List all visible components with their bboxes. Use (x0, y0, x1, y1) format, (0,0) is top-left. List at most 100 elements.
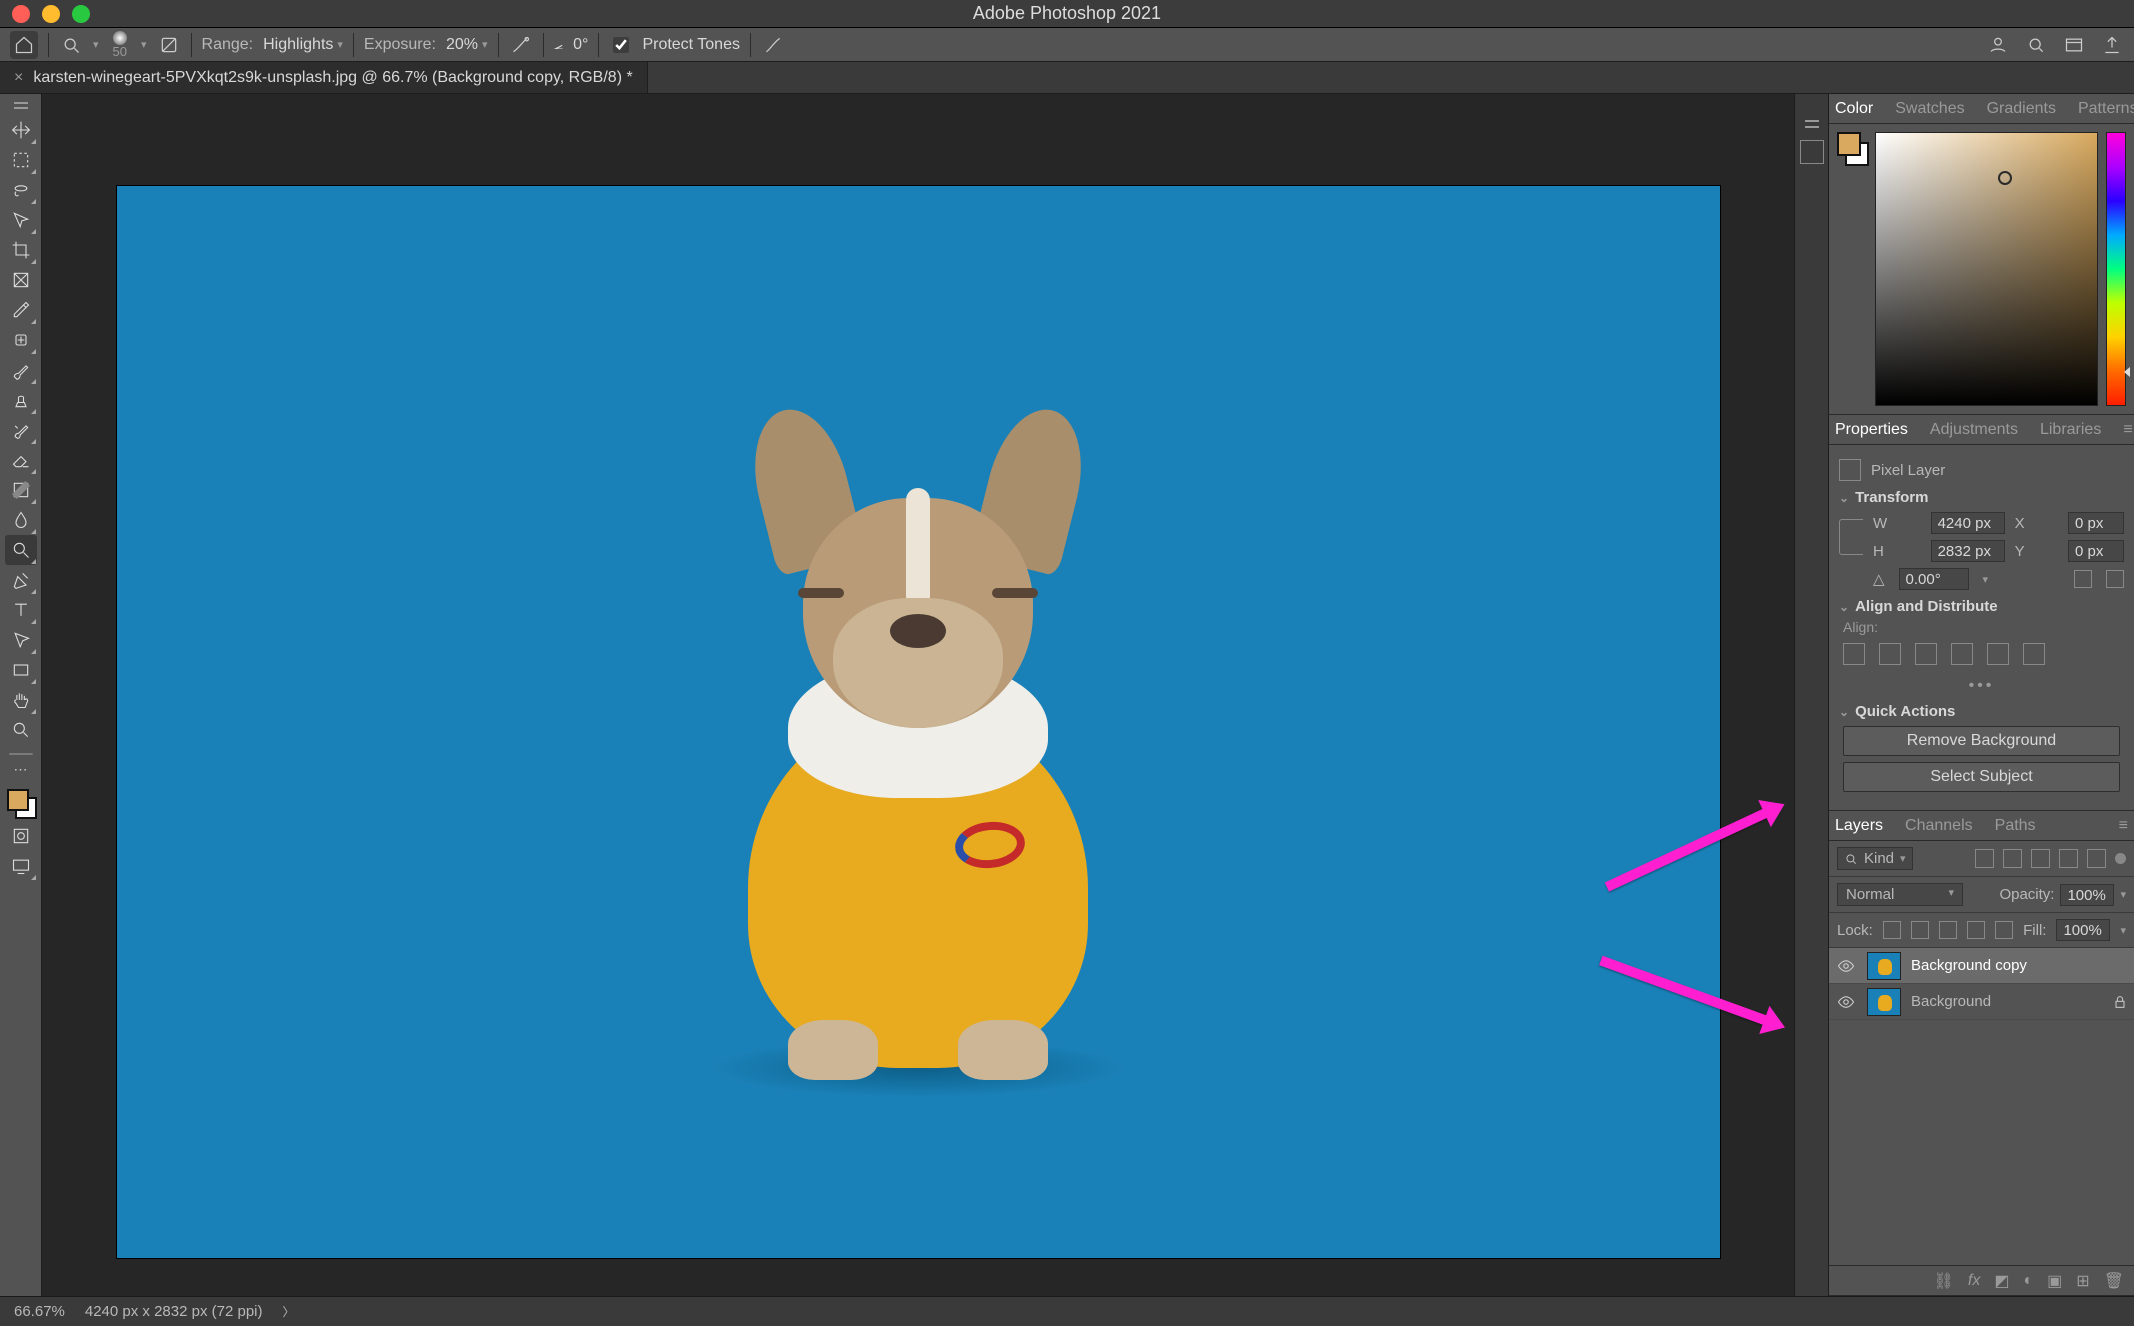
clone-stamp-tool[interactable] (5, 385, 37, 415)
tab-channels[interactable]: Channels (1905, 817, 1973, 835)
remove-background-button[interactable]: Remove Background (1843, 726, 2120, 756)
share-button[interactable] (2100, 33, 2124, 57)
align-section-header[interactable]: ⌄Align and Distribute (1839, 598, 2124, 615)
fill-field[interactable]: 100% (2056, 919, 2110, 941)
layer-mask-button[interactable]: ◩ (1994, 1271, 2009, 1291)
transform-section-header[interactable]: ⌄Transform (1839, 489, 2124, 506)
new-layer-button[interactable]: ⊞ (2076, 1271, 2089, 1291)
filter-smartobj-icon[interactable] (2087, 849, 2106, 868)
visibility-toggle[interactable] (1835, 957, 1857, 975)
lock-pixels-button[interactable] (1911, 921, 1929, 939)
filter-adjust-icon[interactable] (2003, 849, 2022, 868)
layer-name[interactable]: Background copy (1911, 957, 2027, 974)
flip-vertical-button[interactable] (2106, 570, 2124, 588)
status-menu-chevron[interactable]: 〉 (283, 1303, 295, 1320)
opacity-field[interactable]: 100% (2060, 884, 2114, 906)
exposure-dropdown[interactable]: 20% ▾ (446, 36, 488, 54)
tool-preset-picker[interactable] (59, 33, 83, 57)
home-button[interactable] (10, 31, 38, 59)
layer-row[interactable]: Background (1829, 984, 2134, 1020)
brush-angle-field[interactable]: 0° (573, 36, 588, 54)
filter-toggle[interactable] (2115, 853, 2126, 864)
height-field[interactable]: 2832 px (1931, 540, 2005, 562)
filter-type-icon[interactable] (2031, 849, 2050, 868)
hue-slider[interactable] (2106, 132, 2126, 406)
layer-filter-kind[interactable]: Kind ▾ (1837, 847, 1913, 870)
brush-settings-button[interactable] (157, 33, 181, 57)
color-field[interactable] (1875, 132, 2098, 406)
visibility-toggle[interactable] (1835, 993, 1857, 1011)
hand-tool[interactable] (5, 685, 37, 715)
layer-thumbnail[interactable] (1867, 952, 1901, 980)
y-field[interactable]: 0 px (2068, 540, 2124, 562)
link-layers-button[interactable]: ⛓ (1934, 1271, 1954, 1291)
tab-color[interactable]: Color (1835, 100, 1873, 118)
type-tool[interactable] (5, 595, 37, 625)
rotation-field[interactable]: 0.00° (1899, 568, 1969, 590)
align-left-button[interactable] (1843, 643, 1865, 665)
canvas-area[interactable] (42, 94, 1794, 1296)
x-field[interactable]: 0 px (2068, 512, 2124, 534)
blend-mode-dropdown[interactable]: Normal ▾ (1837, 883, 1963, 906)
rectangle-tool[interactable] (5, 655, 37, 685)
align-bottom-button[interactable] (2023, 643, 2045, 665)
crop-tool[interactable] (5, 235, 37, 265)
tab-paths[interactable]: Paths (1995, 817, 2036, 835)
tab-adjustments[interactable]: Adjustments (1930, 421, 2018, 439)
eraser-tool[interactable] (5, 445, 37, 475)
lock-transparency-button[interactable] (1883, 921, 1901, 939)
new-adjustment-button[interactable]: ◐ (2023, 1272, 2033, 1290)
layer-row[interactable]: Background copy (1829, 948, 2134, 984)
layer-name[interactable]: Background (1911, 993, 1991, 1010)
cloud-docs-button[interactable] (1986, 33, 2010, 57)
align-hcenter-button[interactable] (1879, 643, 1901, 665)
tab-layers[interactable]: Layers (1835, 817, 1883, 835)
airbrush-toggle[interactable] (509, 33, 533, 57)
layer-fx-button[interactable]: fx (1968, 1272, 1980, 1290)
history-brush-tool[interactable] (5, 415, 37, 445)
history-panel-icon[interactable] (1800, 140, 1824, 164)
flip-horizontal-button[interactable] (2074, 570, 2092, 588)
close-tab-icon[interactable]: × (14, 69, 23, 87)
panel-menu-icon[interactable]: ≡ (2123, 421, 2132, 439)
rect-marquee-tool[interactable] (5, 145, 37, 175)
panel-menu-icon[interactable]: ≡ (2119, 817, 2128, 835)
color-panel-swatches[interactable] (1837, 132, 1867, 406)
document-canvas[interactable] (117, 186, 1720, 1258)
tab-patterns[interactable]: Patterns (2078, 100, 2134, 118)
align-top-button[interactable] (1951, 643, 1973, 665)
align-right-button[interactable] (1915, 643, 1937, 665)
filter-pixel-icon[interactable] (1975, 849, 1994, 868)
quick-actions-header[interactable]: ⌄Quick Actions (1839, 703, 2124, 720)
workspace-switcher[interactable] (2062, 33, 2086, 57)
blur-tool[interactable] (5, 505, 37, 535)
move-tool[interactable] (5, 115, 37, 145)
zoom-readout[interactable]: 66.67% (14, 1303, 65, 1320)
hue-slider-marker[interactable] (2124, 367, 2130, 377)
zoom-tool[interactable] (5, 715, 37, 745)
width-field[interactable]: 4240 px (1931, 512, 2005, 534)
expand-panels-button[interactable] (1805, 120, 1819, 128)
tab-properties[interactable]: Properties (1835, 421, 1908, 439)
color-field-cursor[interactable] (1998, 171, 2012, 185)
gradient-tool[interactable] (5, 475, 37, 505)
screen-mode-toggle[interactable] (5, 851, 37, 881)
brush-preset-picker[interactable]: 50 (113, 31, 127, 58)
link-wh-icon[interactable] (1839, 519, 1863, 555)
dodge-tool[interactable] (5, 535, 37, 565)
new-group-button[interactable]: ▣ (2047, 1271, 2062, 1291)
lasso-tool[interactable] (5, 175, 37, 205)
tools-grip[interactable] (14, 102, 28, 109)
brush-tool[interactable] (5, 355, 37, 385)
document-tab[interactable]: × karsten-winegeart-5PVXkqt2s9k-unsplash… (0, 62, 648, 93)
delete-layer-button[interactable]: 🗑 (2104, 1271, 2124, 1291)
lock-position-button[interactable] (1939, 921, 1957, 939)
fg-bg-swatches[interactable] (5, 787, 37, 819)
path-select-tool[interactable] (5, 625, 37, 655)
protect-tones-checkbox[interactable] (613, 37, 629, 53)
align-vcenter-button[interactable] (1987, 643, 2009, 665)
pressure-size-toggle[interactable] (761, 33, 785, 57)
lock-all-button[interactable] (1995, 921, 2013, 939)
object-select-tool[interactable] (5, 205, 37, 235)
quick-mask-toggle[interactable] (5, 821, 37, 851)
